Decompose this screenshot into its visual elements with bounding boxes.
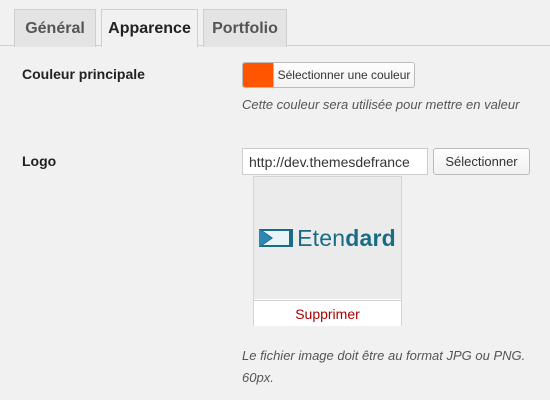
etendard-flag-icon [259,229,294,247]
main-color-description: Cette couleur sera utilisée pour mettre … [242,97,520,112]
logo-url-input[interactable]: http://dev.themesdefrance [242,148,428,175]
main-color-label: Couleur principale [22,66,145,82]
select-logo-button[interactable]: Sélectionner [433,148,530,175]
tab-apparence[interactable]: Apparence [101,9,198,47]
select-color-button[interactable]: Sélectionner une couleur [242,62,415,88]
etendard-logo-text: Etendard [297,224,396,251]
tab-general[interactable]: Général [14,9,96,47]
color-swatch [243,63,274,87]
logo-label: Logo [22,153,57,169]
logo-preview-image: Etendard [254,177,401,299]
logo-preview: Etendard Supprimer [253,176,402,326]
select-color-label: Sélectionner une couleur [274,63,414,87]
settings-tabs: Général Apparence Portfolio [0,0,550,47]
etendard-logo: Etendard [259,225,396,252]
logo-description-line2: 60px. [242,370,274,385]
remove-logo-link[interactable]: Supprimer [254,300,401,326]
logo-description-line1: Le fichier image doit être au format JPG… [242,348,526,363]
tab-portfolio[interactable]: Portfolio [203,9,287,47]
